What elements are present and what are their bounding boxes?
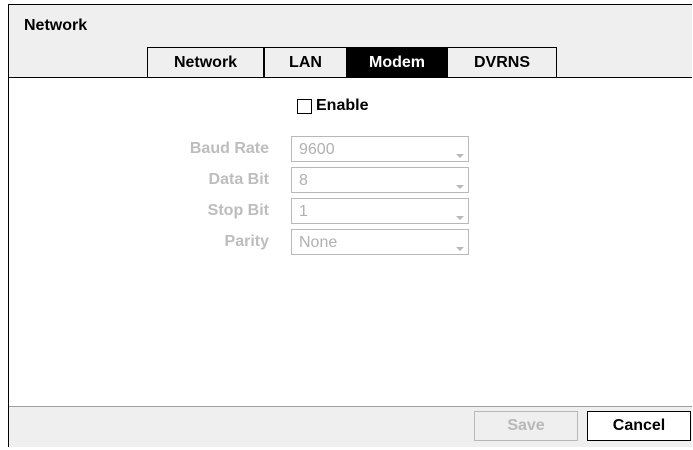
stop-bit-value: 1 [299, 203, 308, 220]
stop-bit-select[interactable]: 1 [291, 198, 469, 224]
network-dialog: Network Network LAN Modem DVRNS Enable B… [8, 4, 692, 447]
parity-select[interactable]: None [291, 229, 469, 255]
baud-rate-label: Baud Rate [189, 140, 269, 157]
parity-value: None [299, 234, 338, 251]
enable-label: Enable [316, 97, 369, 114]
data-bit-select[interactable]: 8 [291, 167, 469, 193]
stop-bit-label: Stop Bit [207, 202, 269, 219]
enable-option[interactable]: Enable [297, 96, 368, 116]
baud-rate-row: Baud Rate 9600 [9, 136, 692, 162]
chevron-down-icon [456, 216, 464, 220]
tab-network[interactable]: Network [147, 47, 264, 77]
save-button[interactable]: Save [474, 411, 578, 441]
tab-bar: Network LAN Modem DVRNS [9, 47, 692, 78]
tab-modem[interactable]: Modem [347, 47, 447, 78]
data-bit-label: Data Bit [208, 171, 269, 188]
chevron-down-icon [456, 154, 464, 158]
dialog-title: Network [24, 17, 88, 34]
tab-lan[interactable]: LAN [264, 47, 347, 77]
chevron-down-icon [456, 247, 464, 251]
parity-label: Parity [224, 233, 269, 250]
modem-settings-panel: Enable Baud Rate 9600 Data Bit 8 Stop Bi… [9, 78, 692, 407]
chevron-down-icon [456, 185, 464, 189]
data-bit-row: Data Bit 8 [9, 167, 692, 193]
enable-checkbox[interactable] [297, 98, 312, 114]
baud-rate-select[interactable]: 9600 [291, 136, 469, 162]
parity-row: Parity None [9, 229, 692, 255]
data-bit-value: 8 [299, 172, 308, 189]
cancel-button[interactable]: Cancel [587, 411, 691, 441]
baud-rate-value: 9600 [299, 141, 335, 158]
stop-bit-row: Stop Bit 1 [9, 198, 692, 224]
tab-dvrns[interactable]: DVRNS [447, 47, 557, 77]
